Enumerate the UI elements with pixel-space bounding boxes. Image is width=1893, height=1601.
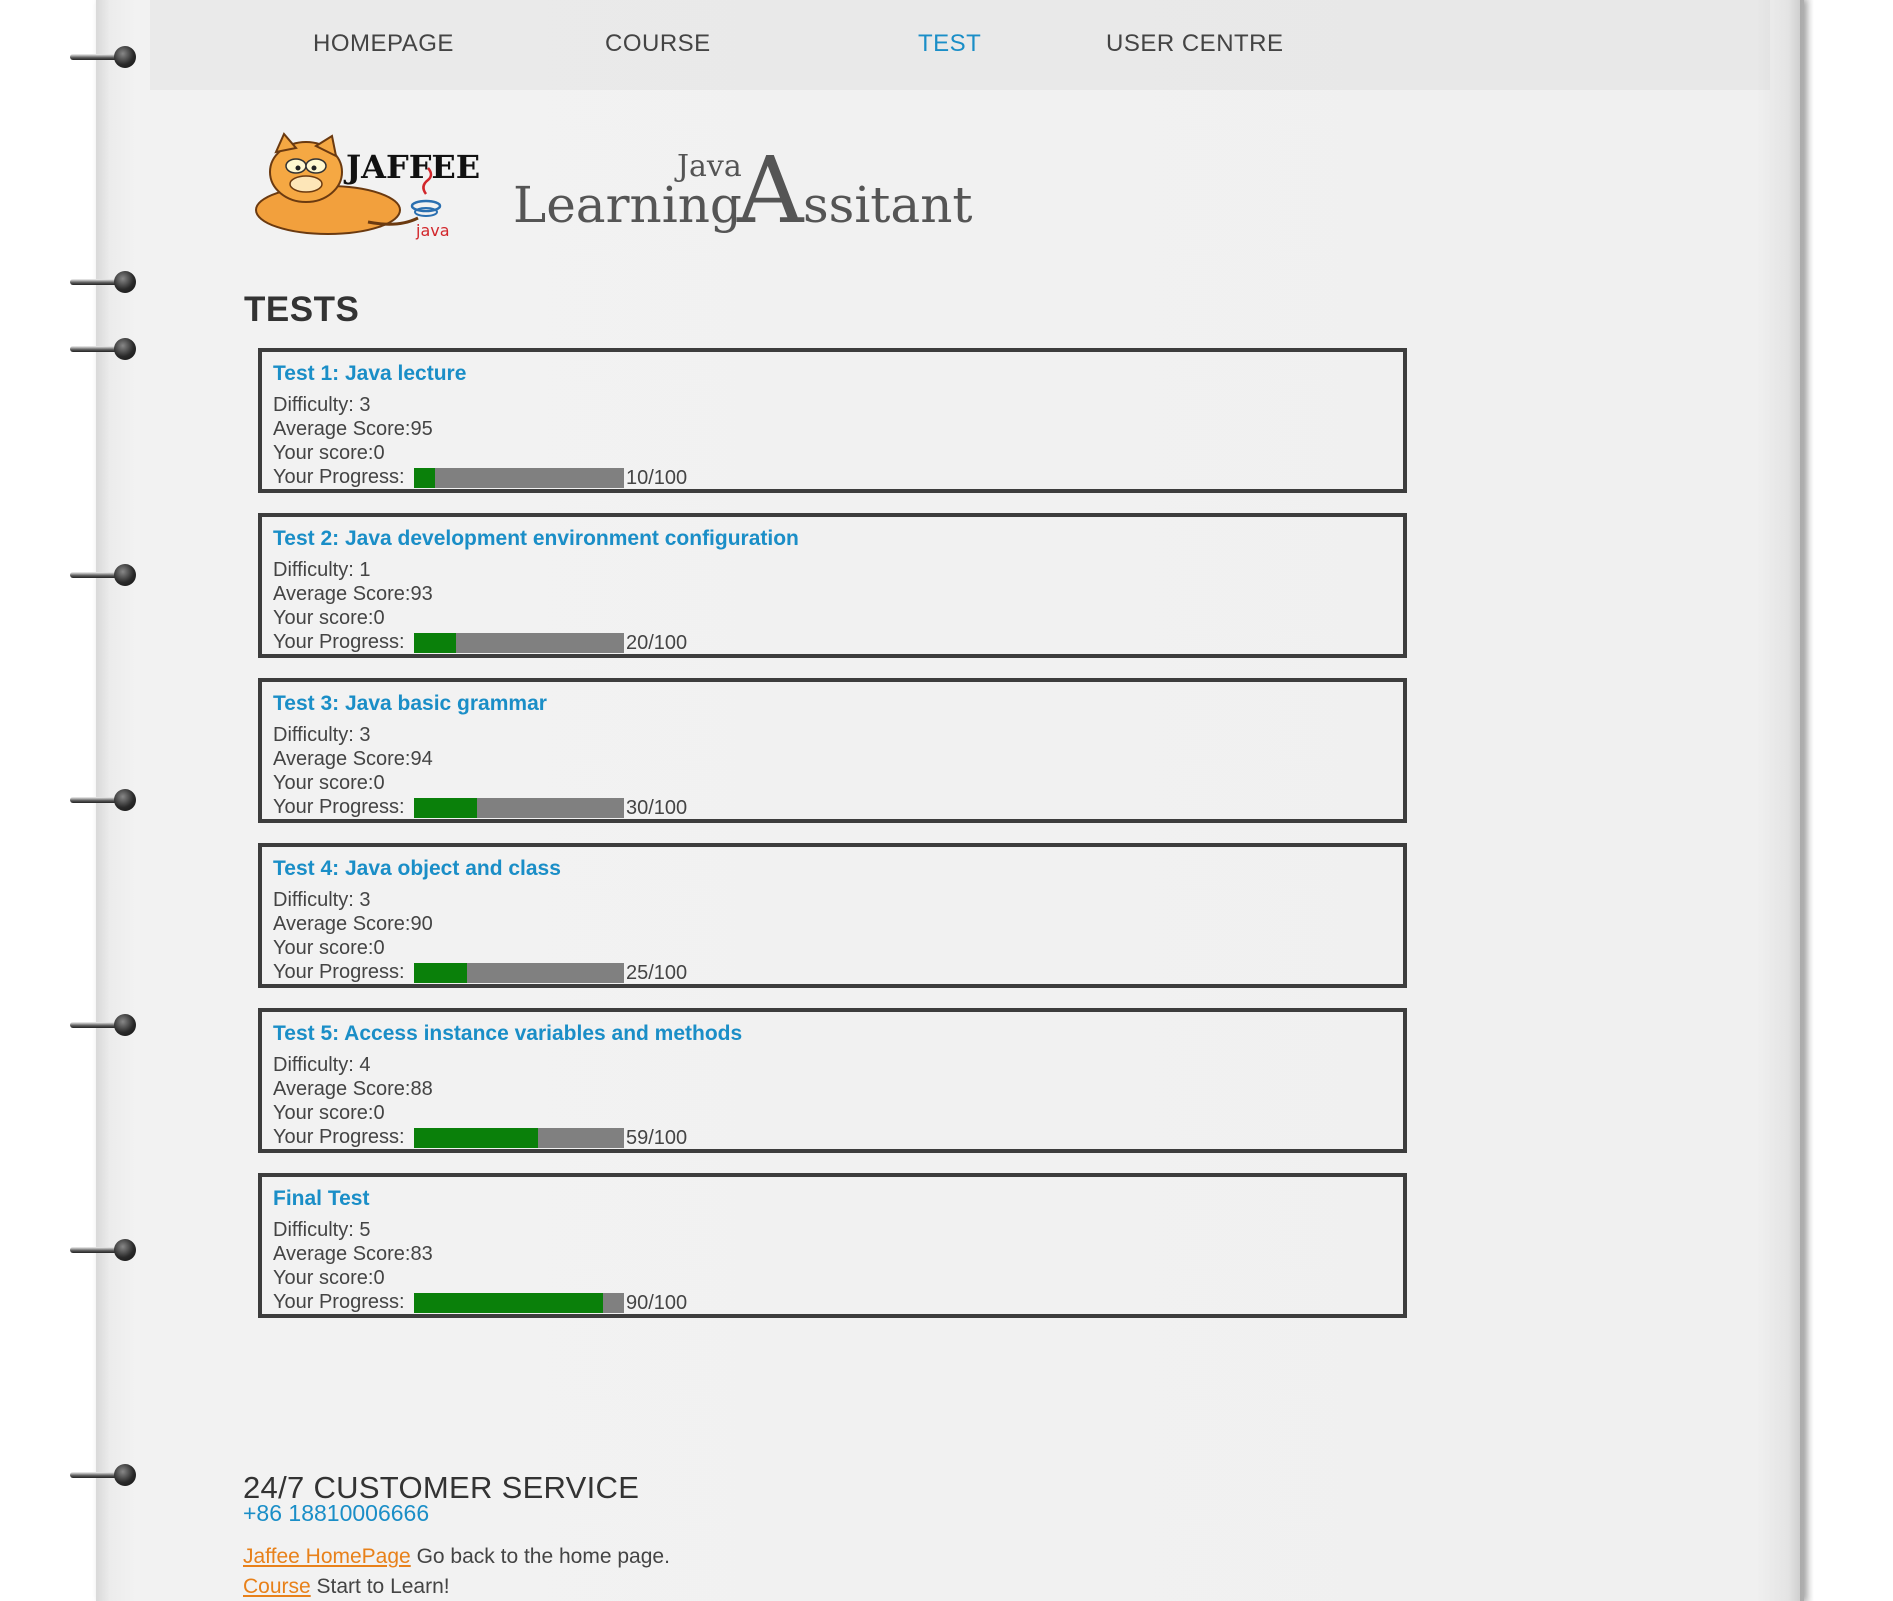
logo-cap-a-text: A xyxy=(736,140,805,244)
progress-value: 10/100 xyxy=(626,467,688,489)
test-card: Test 1: Java lecture Difficulty: 3 Average… xyxy=(258,348,1407,493)
test-average-score: Average Score:95 xyxy=(273,418,433,440)
test-title-link[interactable]: Test 5: Access instance variables and me… xyxy=(273,1022,742,1046)
page-title: TESTS xyxy=(244,290,360,329)
test-progress-label: Your Progress: xyxy=(273,1126,405,1148)
progress-value: 20/100 xyxy=(626,632,688,654)
binder-ring-icon xyxy=(70,787,140,813)
progress-bar-fill xyxy=(414,1128,538,1148)
binder-ring-icon xyxy=(70,562,140,588)
footer-homepage-link[interactable]: Jaffee HomePage xyxy=(243,1545,411,1568)
progress-bar-fill xyxy=(414,1293,603,1313)
test-difficulty: Difficulty: 3 xyxy=(273,394,371,416)
test-card: Test 2: Java development environment con… xyxy=(258,513,1407,658)
progress-bar-fill xyxy=(414,798,477,818)
progress-value: 59/100 xyxy=(626,1127,688,1149)
test-your-score: Your score:0 xyxy=(273,1102,385,1124)
test-progress-label: Your Progress: xyxy=(273,466,405,488)
progress-value: 90/100 xyxy=(626,1292,688,1314)
test-difficulty: Difficulty: 3 xyxy=(273,889,371,911)
paper-shadow xyxy=(1800,0,1814,1601)
test-difficulty: Difficulty: 1 xyxy=(273,559,371,581)
test-difficulty: Difficulty: 3 xyxy=(273,724,371,746)
test-average-score: Average Score:94 xyxy=(273,748,433,770)
binder-ring-icon xyxy=(70,44,140,70)
footer-phone: +86 18810006666 xyxy=(243,1500,430,1526)
test-title-link[interactable]: Test 4: Java object and class xyxy=(273,857,561,881)
test-title-link[interactable]: Test 2: Java development environment con… xyxy=(273,527,799,551)
binder-ring-icon xyxy=(70,1012,140,1038)
nav-homepage[interactable]: HOMEPAGE xyxy=(313,30,454,58)
test-card: Final Test Difficulty: 5 Average Score:83 Y… xyxy=(258,1173,1407,1318)
progress-bar xyxy=(414,468,624,488)
binder-ring-icon xyxy=(70,1237,140,1263)
footer-homepage-text: Go back to the home page. xyxy=(410,1545,670,1568)
progress-bar xyxy=(414,1128,624,1148)
logo-ssitant-text: ssitant xyxy=(803,176,973,234)
mascot-brand-text: JAFFEE xyxy=(343,148,480,186)
binder-ring-icon xyxy=(70,269,140,295)
test-progress-label: Your Progress: xyxy=(273,631,405,653)
footer-course-text: Start to Learn! xyxy=(310,1575,450,1598)
test-title-link[interactable]: Test 3: Java basic grammar xyxy=(273,692,547,716)
mascot-java-text: java xyxy=(415,221,450,240)
test-difficulty: Difficulty: 4 xyxy=(273,1054,371,1076)
logo-learning-text: Learning xyxy=(513,176,742,234)
footer-line-homepage: Jaffee HomePage Go back to the home page… xyxy=(243,1545,670,1569)
binder-ring-icon xyxy=(70,1462,140,1488)
nav-test[interactable]: TEST xyxy=(918,30,981,58)
test-your-score: Your score:0 xyxy=(273,1267,385,1289)
test-average-score: Average Score:90 xyxy=(273,913,433,935)
progress-value: 30/100 xyxy=(626,797,688,819)
test-average-score: Average Score:93 xyxy=(273,583,433,605)
test-card: Test 5: Access instance variables and me… xyxy=(258,1008,1407,1153)
test-your-score: Your score:0 xyxy=(273,442,385,464)
test-your-score: Your score:0 xyxy=(273,772,385,794)
test-your-score: Your score:0 xyxy=(273,607,385,629)
test-your-score: Your score:0 xyxy=(273,937,385,959)
test-average-score: Average Score:88 xyxy=(273,1078,433,1100)
progress-bar-fill xyxy=(414,633,456,653)
test-card: Test 4: Java object and class Difficulty:… xyxy=(258,843,1407,988)
footer-course-link[interactable]: Course xyxy=(243,1575,311,1598)
nav-user-centre[interactable]: USER CENTRE xyxy=(1106,30,1284,58)
binder-ring-icon xyxy=(70,336,140,362)
test-card: Test 3: Java basic grammar Difficulty: 3A… xyxy=(258,678,1407,823)
progress-value: 25/100 xyxy=(626,962,688,984)
progress-bar-fill xyxy=(414,963,467,983)
progress-bar xyxy=(414,963,624,983)
footer-line-course: Course Start to Learn! xyxy=(243,1575,450,1599)
jaffee-mascot-logo: JAFFEE java xyxy=(255,132,480,240)
test-title-link[interactable]: Test 1: Java lecture xyxy=(273,362,466,386)
nav-course[interactable]: COURSE xyxy=(605,30,711,58)
test-title-link[interactable]: Final Test xyxy=(273,1187,369,1211)
progress-bar xyxy=(414,633,624,653)
progress-bar xyxy=(414,798,624,818)
test-difficulty: Difficulty: 5 xyxy=(273,1219,371,1241)
test-progress-label: Your Progress: xyxy=(273,796,405,818)
test-average-score: Average Score:83 xyxy=(273,1243,433,1265)
test-progress-label: Your Progress: xyxy=(273,961,405,983)
test-progress-label: Your Progress: xyxy=(273,1291,405,1313)
progress-bar xyxy=(414,1293,624,1313)
progress-bar-fill xyxy=(414,468,435,488)
learning-assistant-logo: Java Learning A ssitant xyxy=(513,140,973,244)
